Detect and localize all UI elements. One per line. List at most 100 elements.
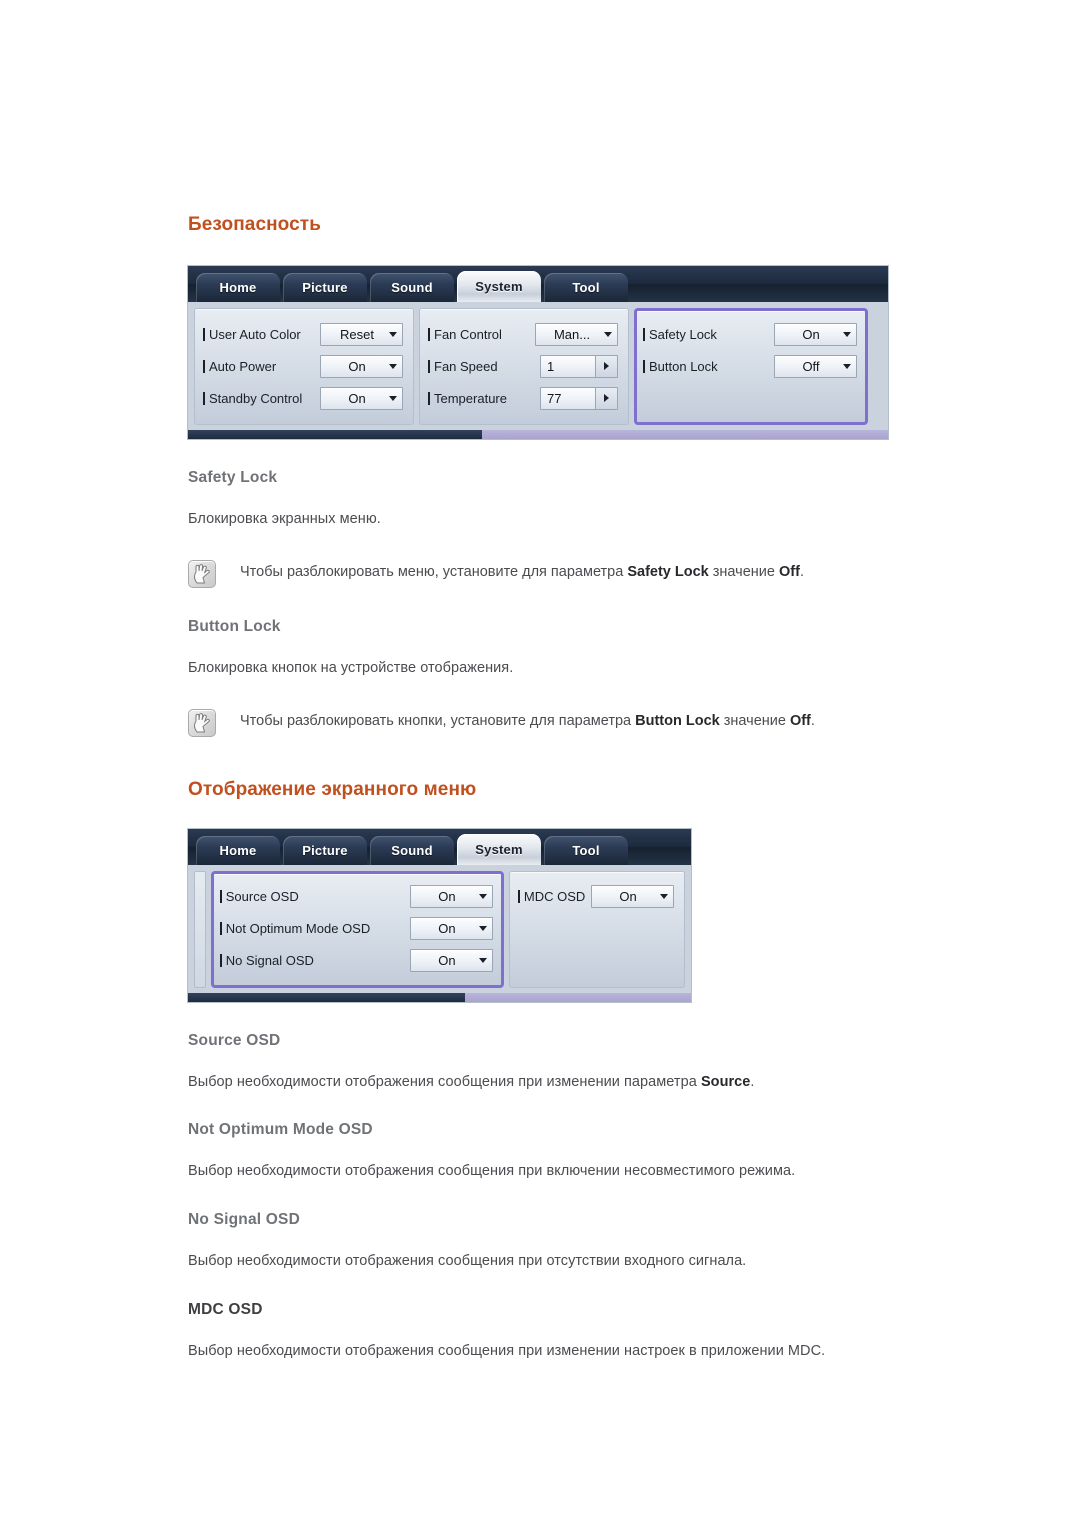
osd-dropdown[interactable]: On	[409, 885, 493, 908]
osd-dropdown-value: On	[438, 953, 456, 968]
osd-body: User Auto Color Reset Auto Power On Standby …	[188, 302, 888, 425]
osd-row-label: Fan Control	[428, 327, 502, 342]
osd-column: MDC OSD On	[508, 870, 685, 988]
osd-row-label: Source OSD	[219, 889, 299, 904]
osd-row-label: Button Lock	[643, 359, 718, 374]
osd-tab-sound[interactable]: Sound	[370, 835, 454, 865]
osd-tab-system[interactable]: System	[457, 271, 541, 302]
osd-body: Source OSD On Not Optimum Mode OSD On No Sig…	[188, 865, 691, 988]
osd-dropdown[interactable]: On	[774, 322, 857, 346]
chevron-down-icon	[389, 363, 397, 369]
plain-text: Чтобы разблокировать меню, установите дл…	[240, 563, 628, 580]
osd-tab-sound[interactable]: Sound	[370, 273, 454, 302]
bullet-bar-icon	[203, 391, 205, 405]
entry-heading: Not Optimum Mode OSD	[188, 1121, 373, 1139]
osd-control-wrap: Man...	[535, 322, 618, 346]
osd-label-text: MDC OSD	[523, 889, 586, 904]
osd-scrollbar-track[interactable]	[482, 430, 888, 439]
osd-row: Not Optimum Mode OSD On	[219, 913, 493, 945]
osd-label-text: Temperature	[434, 390, 507, 406]
osd-label-text: Fan Speed	[434, 358, 498, 374]
osd-dropdown[interactable]: On	[320, 354, 403, 378]
note-callout: Чтобы разблокировать меню, установите дл…	[188, 559, 1008, 588]
note-text: Чтобы разблокировать меню, установите дл…	[240, 559, 804, 583]
plain-text: Блокировка кнопок на устройстве отображе…	[188, 659, 514, 676]
osd-stepper-value: 1	[541, 355, 595, 377]
osd-stepper[interactable]: 77	[540, 386, 618, 410]
chevron-down-icon	[478, 958, 487, 963]
chevron-down-icon	[389, 331, 397, 337]
osd-dropdown[interactable]: Reset	[320, 322, 403, 346]
osd-control-wrap: On	[320, 386, 403, 410]
osd-label-text: Safety Lock	[649, 326, 717, 342]
osd-row-label: Auto Power	[203, 359, 276, 374]
bullet-bar-icon	[219, 922, 222, 935]
osd-row-label: Not Optimum Mode OSD	[219, 921, 370, 936]
plain-text: Выбор необходимости отображения сообщени…	[188, 1342, 826, 1359]
chevron-right-icon	[604, 394, 609, 402]
osd-stepper-increase-button[interactable]	[595, 387, 617, 409]
osd-dropdown[interactable]: Man...	[535, 322, 618, 346]
osd-dropdown-value: Man...	[553, 326, 591, 342]
osd-scrollbar[interactable]	[188, 992, 691, 1002]
osd-tab-bar: Home Picture Sound System Tool	[188, 828, 691, 865]
osd-dropdown[interactable]: Off	[774, 354, 857, 378]
osd-partial-panel	[194, 870, 206, 988]
note-hand-icon	[188, 559, 216, 588]
osd-label-text: No Signal OSD	[225, 953, 314, 968]
osd-tab-picture[interactable]: Picture	[283, 273, 367, 302]
chevron-down-icon	[478, 926, 487, 931]
osd-scrollbar-thumb[interactable]	[188, 992, 465, 1002]
osd-stepper[interactable]: 1	[540, 354, 618, 378]
osd-dropdown-value: On	[348, 390, 366, 406]
osd-row: No Signal OSD On	[219, 945, 493, 977]
osd-row: Fan Speed 1	[428, 350, 618, 382]
osd-scrollbar-thumb[interactable]	[188, 430, 482, 439]
osd-tab-system[interactable]: System	[457, 833, 541, 865]
osd-row: Safety Lock On	[643, 318, 857, 350]
entry-heading: No Signal OSD	[188, 1211, 300, 1228]
osd-scrollbar[interactable]	[188, 430, 888, 439]
osd-preview-1: Home Picture Sound System Tool Source OSD On No…	[188, 828, 691, 1002]
osd-tab-home[interactable]: Home	[196, 835, 280, 865]
emphasis-text: Source	[700, 1073, 751, 1090]
osd-tab-tool[interactable]: Tool	[544, 273, 628, 302]
osd-control-wrap: On	[409, 949, 493, 972]
osd-dropdown-value: On	[619, 889, 637, 904]
osd-label-text: Source OSD	[225, 889, 299, 904]
document-page: Безопасность Home Picture Sound System Tool Us…	[0, 0, 1080, 1527]
osd-stepper-increase-button[interactable]	[595, 355, 617, 377]
bullet-bar-icon	[643, 327, 645, 341]
osd-control-wrap: On	[774, 322, 857, 346]
chevron-down-icon	[604, 331, 612, 337]
osd-row-label: Temperature	[428, 391, 507, 406]
osd-row-label: Fan Speed	[428, 359, 498, 374]
osd-row-label: User Auto Color	[203, 327, 301, 342]
osd-row: Standby Control On	[203, 382, 403, 414]
osd-tab-tool[interactable]: Tool	[544, 835, 628, 865]
osd-row: Fan Control Man...	[428, 318, 618, 350]
osd-column-highlighted: Safety Lock On Button Lock Off	[634, 308, 868, 425]
note-callout: Чтобы разблокировать кнопки, установите …	[188, 708, 1008, 737]
plain-text: значение	[719, 712, 790, 729]
bullet-bar-icon	[517, 890, 520, 903]
osd-tab-picture[interactable]: Picture	[283, 835, 367, 865]
osd-dropdown[interactable]: On	[409, 949, 493, 972]
osd-figure: Home Picture Sound System Tool Source OSD On No…	[188, 828, 1008, 1002]
chevron-down-icon	[843, 331, 851, 337]
bullet-bar-icon	[428, 391, 430, 405]
bullet-bar-icon	[203, 327, 205, 341]
osd-dropdown[interactable]: On	[320, 386, 403, 410]
bullet-bar-icon	[219, 890, 222, 903]
emphasis-text: Button Lock	[635, 712, 720, 729]
osd-dropdown-value: On	[802, 326, 820, 342]
osd-tab-home[interactable]: Home	[196, 273, 280, 302]
osd-dropdown[interactable]: On	[409, 917, 493, 940]
osd-dropdown-value: On	[438, 889, 456, 904]
osd-dropdown[interactable]: On	[591, 885, 674, 908]
osd-control-wrap: On	[591, 885, 674, 908]
osd-scrollbar-track[interactable]	[464, 992, 691, 1002]
emphasis-text: Off	[789, 712, 811, 729]
emphasis-text: Off	[779, 563, 800, 580]
plain-text: Чтобы разблокировать кнопки, установите …	[240, 712, 636, 729]
